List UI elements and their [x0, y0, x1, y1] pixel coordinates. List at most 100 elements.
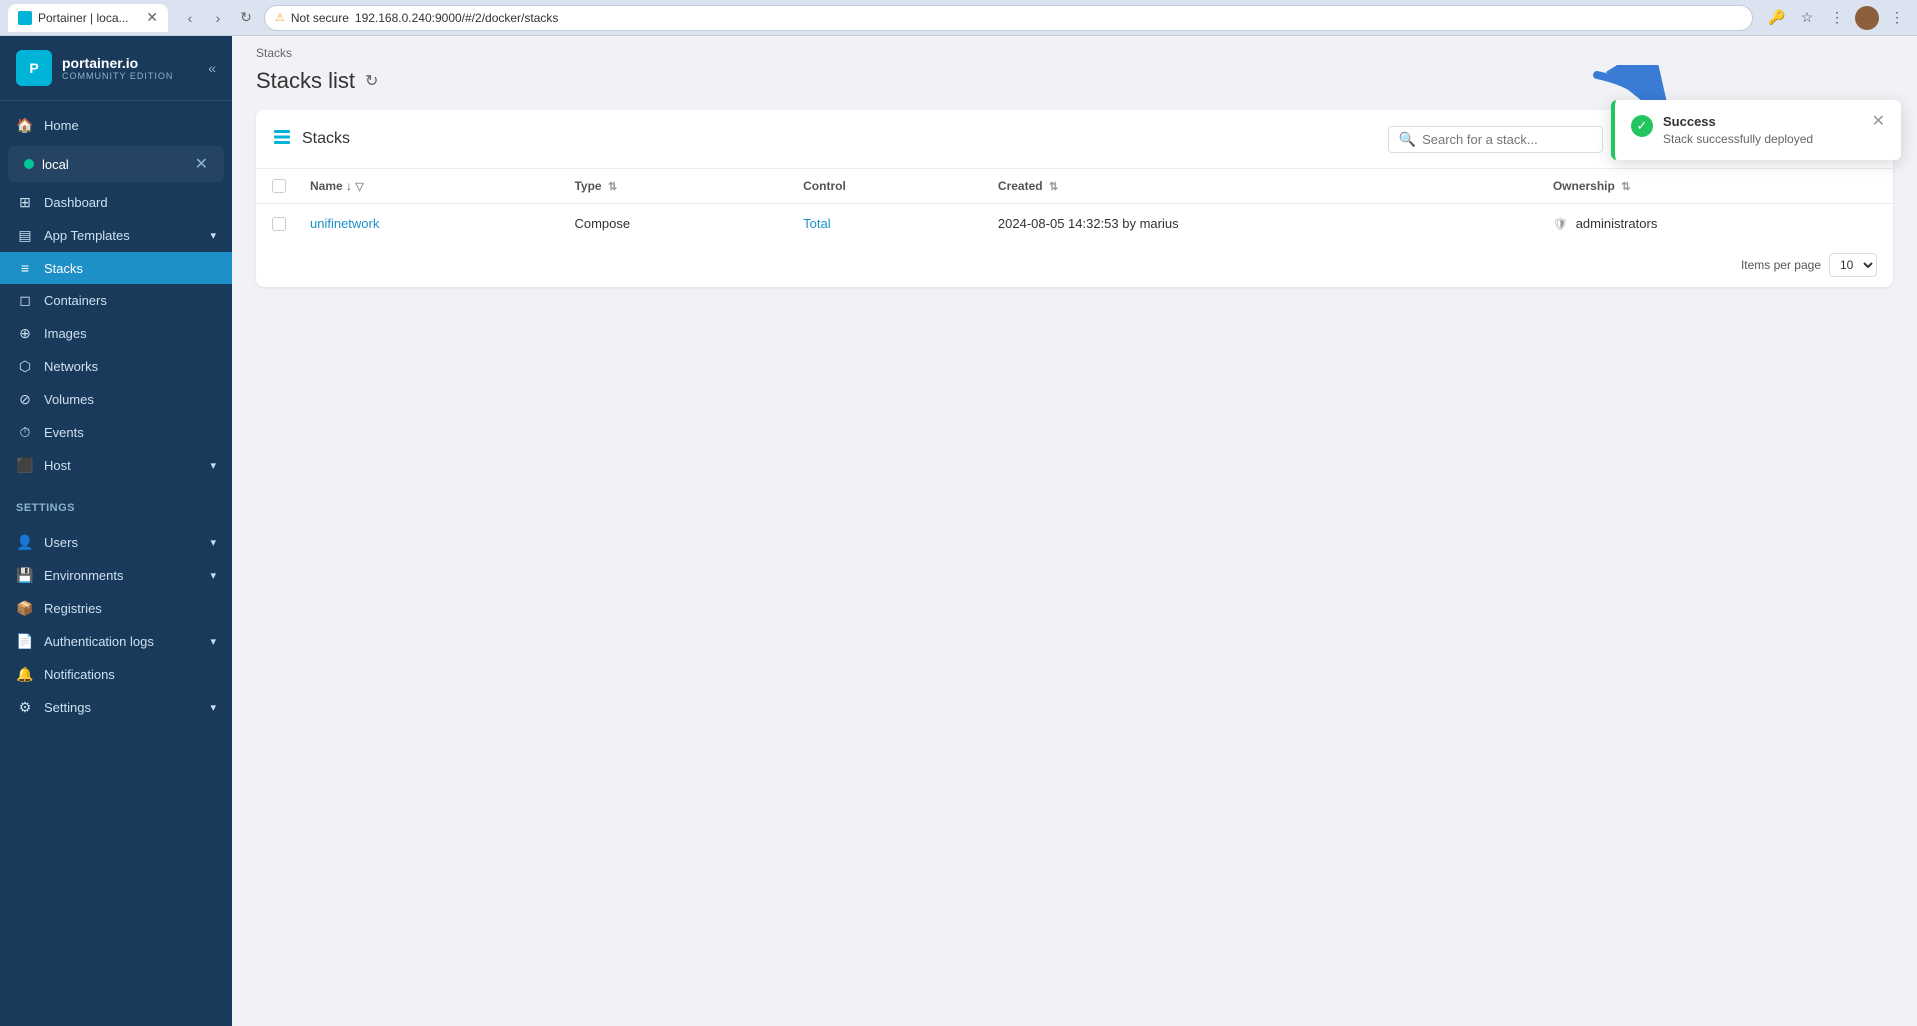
containers-icon: ◻ [16, 292, 34, 309]
bookmark-icon[interactable]: ☆ [1795, 6, 1819, 30]
key-icon[interactable]: 🔑 [1765, 6, 1789, 30]
sidebar-dashboard-label: Dashboard [44, 195, 108, 210]
select-all-checkbox[interactable] [272, 179, 286, 193]
col-name-label: Name ↓ [310, 179, 352, 193]
sidebar-environment[interactable]: local ✕ [8, 146, 224, 182]
td-checkbox [256, 204, 294, 244]
sidebar-events-label: Events [44, 425, 84, 440]
nav-back-button[interactable]: ‹ [178, 6, 202, 30]
sidebar-volumes-label: Volumes [44, 392, 94, 407]
col-ownership-label: Ownership [1553, 179, 1615, 193]
sidebar-item-app-templates[interactable]: ▤ App Templates ▾ [0, 219, 232, 252]
sidebar-item-settings[interactable]: ⚙ Settings ▾ [0, 691, 232, 724]
stacks-table: Name ↓ ▽ Type ⇅ Control [256, 169, 1893, 243]
logo-name: portainer.io [62, 55, 173, 71]
td-ownership: 🛡 administrators [1537, 204, 1893, 244]
sidebar-containers-label: Containers [44, 293, 107, 308]
toast-success-icon: ✓ [1631, 115, 1653, 137]
browser-actions: 🔑 ☆ ⋮ ⋮ [1765, 6, 1909, 30]
sidebar-item-auth-logs[interactable]: 📄 Authentication logs ▾ [0, 625, 232, 658]
sidebar-app-templates-label: App Templates [44, 228, 130, 243]
filter-icon[interactable]: ▽ [355, 181, 363, 193]
sidebar-collapse-button[interactable]: « [208, 60, 216, 76]
extensions-icon[interactable]: ⋮ [1825, 6, 1849, 30]
toast-close-button[interactable]: ✕ [1872, 114, 1885, 130]
tab-favicon [18, 11, 32, 25]
logo-icon: P [16, 50, 52, 86]
browser-tab[interactable]: Portainer | loca... ✕ [8, 4, 168, 32]
sidebar-item-events[interactable]: ⏱ Events [0, 416, 232, 449]
sidebar-item-users[interactable]: 👤 Users ▾ [0, 526, 232, 559]
env-name: local [42, 157, 187, 172]
images-icon: ⊕ [16, 325, 34, 342]
chevron-down-icon-auth: ▾ [210, 635, 216, 648]
sidebar-item-dashboard[interactable]: ⊞ Dashboard [0, 186, 232, 219]
sidebar-settings-section: 👤 Users ▾ 💾 Environments ▾ 📦 Registries … [0, 518, 232, 732]
sidebar-item-networks[interactable]: ⬡ Networks [0, 350, 232, 383]
home-icon: 🏠 [16, 117, 34, 134]
row-checkbox[interactable] [272, 217, 286, 231]
th-type[interactable]: Type ⇅ [558, 169, 787, 204]
th-created[interactable]: Created ⇅ [982, 169, 1537, 204]
th-checkbox [256, 169, 294, 204]
networks-icon: ⬡ [16, 358, 34, 375]
chevron-down-icon-users: ▾ [210, 536, 216, 549]
col-control-label: Control [803, 179, 846, 193]
tab-close-button[interactable]: ✕ [146, 9, 158, 26]
toast-container: ✓ Success Stack successfully deployed ✕ [1611, 100, 1901, 160]
logo-edition: COMMUNITY EDITION [62, 71, 173, 81]
sidebar-environments-label: Environments [44, 568, 123, 583]
stack-ownership: administrators [1576, 216, 1658, 231]
items-per-page-label: Items per page [1741, 258, 1821, 272]
sidebar-images-label: Images [44, 326, 87, 341]
sidebar-item-registries[interactable]: 📦 Registries [0, 592, 232, 625]
page-title: Stacks list [256, 68, 355, 94]
not-secure-label: Not secure [291, 11, 349, 25]
td-created: 2024-08-05 14:32:53 by marius [982, 204, 1537, 244]
search-input[interactable] [1422, 132, 1592, 147]
profile-avatar[interactable] [1855, 6, 1879, 30]
table-header-row: Name ↓ ▽ Type ⇅ Control [256, 169, 1893, 204]
chevron-down-icon-settings: ▾ [210, 701, 216, 714]
stacks-table-wrap: Name ↓ ▽ Type ⇅ Control [256, 169, 1893, 243]
host-icon: ⬛ [16, 457, 34, 474]
th-ownership[interactable]: Ownership ⇅ [1537, 169, 1893, 204]
sidebar-item-containers[interactable]: ◻ Containers [0, 284, 232, 317]
sort-type-icon: ⇅ [608, 181, 617, 193]
menu-icon[interactable]: ⋮ [1885, 6, 1909, 30]
sidebar-item-home[interactable]: 🏠 Home [0, 109, 232, 142]
env-close-button[interactable]: ✕ [195, 154, 208, 174]
search-icon: 🔍 [1399, 131, 1416, 148]
stack-created: 2024-08-05 14:32:53 by marius [998, 216, 1179, 231]
th-control: Control [787, 169, 982, 204]
sidebar-item-host[interactable]: ⬛ Host ▾ [0, 449, 232, 482]
per-page-select[interactable]: 10 25 50 [1829, 253, 1877, 277]
sidebar-item-volumes[interactable]: ⊘ Volumes [0, 383, 232, 416]
volumes-icon: ⊘ [16, 391, 34, 408]
environments-icon: 💾 [16, 567, 34, 584]
settings-section-label: Settings [0, 490, 232, 518]
sidebar-logo: P portainer.io COMMUNITY EDITION « [0, 36, 232, 101]
nav-forward-button[interactable]: › [206, 6, 230, 30]
card-title: Stacks [302, 130, 1378, 148]
address-bar[interactable]: ⚠ Not secure 192.168.0.240:9000/#/2/dock… [264, 5, 1753, 31]
settings-icon: ⚙ [16, 699, 34, 716]
sidebar-item-images[interactable]: ⊕ Images [0, 317, 232, 350]
refresh-button[interactable]: ↻ [365, 71, 378, 91]
notifications-icon: 🔔 [16, 666, 34, 683]
sidebar-item-stacks[interactable]: ≡ Stacks [0, 252, 232, 284]
search-wrap[interactable]: 🔍 [1388, 126, 1603, 153]
sidebar-users-label: Users [44, 535, 78, 550]
stack-name-link[interactable]: unifinetwork [310, 216, 379, 231]
auth-logs-icon: 📄 [16, 633, 34, 650]
nav-reload-button[interactable]: ↻ [234, 6, 258, 30]
th-name[interactable]: Name ↓ ▽ [294, 169, 558, 204]
sidebar-item-environments[interactable]: 💾 Environments ▾ [0, 559, 232, 592]
stack-type: Compose [574, 216, 630, 231]
sidebar-notifications-label: Notifications [44, 667, 115, 682]
sidebar-item-notifications[interactable]: 🔔 Notifications [0, 658, 232, 691]
td-name: unifinetwork [294, 204, 558, 244]
chevron-down-icon-host: ▾ [210, 459, 216, 472]
toast-content: Success Stack successfully deployed [1663, 114, 1862, 146]
chevron-down-icon-env: ▾ [210, 569, 216, 582]
